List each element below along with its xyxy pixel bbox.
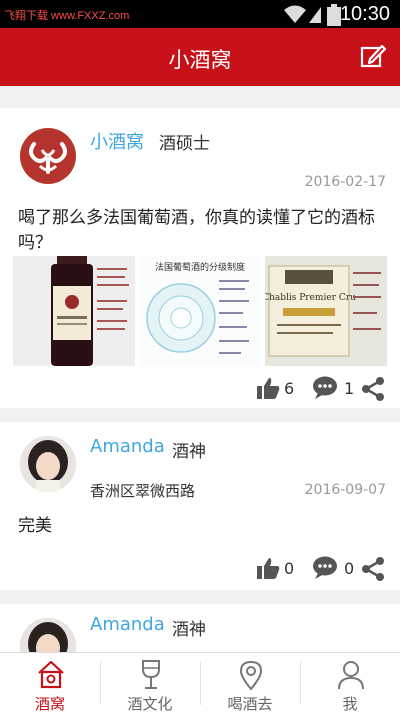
comment-count: 0 xyxy=(344,559,355,578)
image-caption: Chablis Premier Cru xyxy=(265,293,356,303)
tab-label: 酒窝 xyxy=(34,695,65,712)
user-photo-icon xyxy=(20,436,76,492)
author-rank: 酒硕士 xyxy=(159,134,210,154)
post-card[interactable]: Amanda 酒神 xyxy=(0,604,400,652)
wine-glass-icon xyxy=(142,660,160,689)
share-button[interactable] xyxy=(360,376,386,402)
post-image[interactable]: Chablis Premier Cru xyxy=(265,256,387,366)
wifi-signal-icon xyxy=(284,5,321,23)
share-icon xyxy=(362,377,384,401)
author-rank: 酒神 xyxy=(172,620,206,640)
home-icon xyxy=(38,660,64,689)
person-icon xyxy=(338,661,364,690)
wine-bottle-image xyxy=(13,256,135,366)
app-header: 小酒窝 xyxy=(0,28,400,86)
tab-go-drinking[interactable]: 喝酒去 xyxy=(200,653,300,712)
image-caption: 法国葡萄酒的分级制度 xyxy=(155,261,245,273)
post-image[interactable] xyxy=(13,256,135,366)
avatar[interactable] xyxy=(20,436,76,492)
classification-diagram-image: 法国葡萄酒的分级制度 xyxy=(139,256,261,366)
like-button[interactable]: 0 xyxy=(256,556,296,582)
brand-logo-icon xyxy=(29,142,67,174)
edit-icon[interactable] xyxy=(360,43,386,69)
like-count: 6 xyxy=(284,379,295,398)
post-actions: 0 0 xyxy=(256,556,386,582)
author-name[interactable]: Amanda xyxy=(90,614,165,635)
author-rank: 酒神 xyxy=(172,442,206,462)
author-name[interactable]: 小酒窝 xyxy=(90,128,144,154)
thumbs-up-icon xyxy=(257,558,280,579)
bottom-tab-bar: 酒窝 酒文化 喝酒去 我 xyxy=(0,652,400,712)
author-name[interactable]: Amanda xyxy=(90,436,165,457)
clock: 10:30 xyxy=(339,3,390,25)
share-icon xyxy=(362,557,384,581)
comment-bubble-icon xyxy=(313,376,337,399)
battery-icon xyxy=(327,4,341,26)
post-card[interactable]: Amanda 酒神 香洲区翠微西路 2016-09-07 完美 0 0 xyxy=(0,422,400,590)
post-text-line: 吗？ xyxy=(18,233,52,253)
post-actions: 6 1 xyxy=(256,376,386,402)
post-images: 法国葡萄酒的分级制度 Chablis Premier Cru xyxy=(13,256,387,366)
share-button[interactable] xyxy=(360,556,386,582)
page-title: 小酒窝 xyxy=(168,48,232,72)
thumbs-up-icon xyxy=(257,378,280,399)
post-text: 喝了那么多法国葡萄酒，你真的读懂了它的酒标 吗？ xyxy=(18,206,375,256)
comment-button[interactable]: 1 xyxy=(312,376,356,402)
avatar[interactable] xyxy=(20,618,76,652)
post-location: 香洲区翠微西路 xyxy=(90,482,196,500)
post-date: 2016-02-17 xyxy=(304,174,386,190)
status-bar: 飞翔下载 www.FXXZ.com 10:30 xyxy=(0,0,400,28)
wine-label-image: Chablis Premier Cru xyxy=(265,256,387,366)
comment-bubble-icon xyxy=(313,556,337,579)
user-photo-icon xyxy=(20,618,76,652)
post-date: 2016-09-07 xyxy=(304,482,386,498)
location-pin-icon xyxy=(239,660,263,691)
tab-label: 喝酒去 xyxy=(227,695,273,712)
comment-count: 1 xyxy=(344,379,355,398)
tab-me[interactable]: 我 xyxy=(300,653,400,712)
post-image[interactable]: 法国葡萄酒的分级制度 xyxy=(139,256,261,366)
tab-label: 酒文化 xyxy=(127,695,173,712)
tab-home[interactable]: 酒窝 xyxy=(0,653,100,712)
tab-wine-culture[interactable]: 酒文化 xyxy=(100,653,200,712)
comment-button[interactable]: 0 xyxy=(312,556,356,582)
tab-label: 我 xyxy=(342,695,358,712)
post-text-line: 喝了那么多法国葡萄酒，你真的读懂了它的酒标 xyxy=(18,208,375,228)
post-card[interactable]: 小酒窝 酒硕士 2016-02-17 喝了那么多法国葡萄酒，你真的读懂了它的酒标… xyxy=(0,108,400,408)
post-feed[interactable]: 小酒窝 酒硕士 2016-02-17 喝了那么多法国葡萄酒，你真的读懂了它的酒标… xyxy=(0,86,400,652)
post-text: 完美 xyxy=(18,516,52,536)
watermark: 飞翔下载 www.FXXZ.com xyxy=(4,10,130,22)
like-count: 0 xyxy=(284,559,295,578)
avatar[interactable] xyxy=(20,128,76,184)
like-button[interactable]: 6 xyxy=(256,376,296,402)
